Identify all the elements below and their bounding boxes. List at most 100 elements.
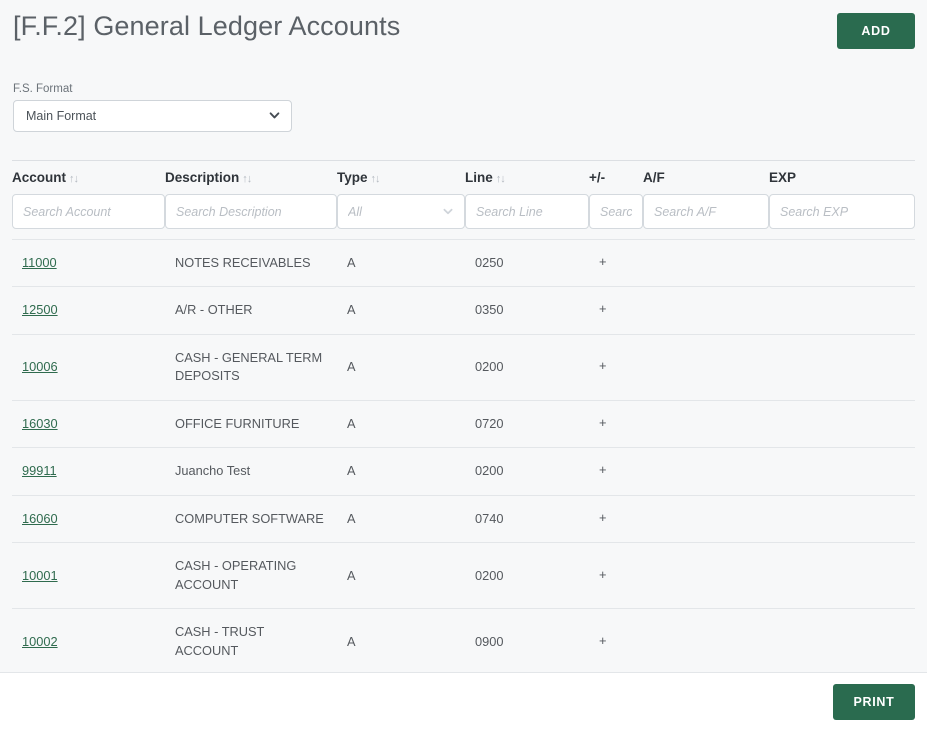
account-link[interactable]: 10002 xyxy=(22,634,58,649)
cell-af xyxy=(643,239,769,287)
search-input-af[interactable] xyxy=(643,194,769,230)
cell-exp xyxy=(769,448,915,496)
page-title: [F.F.2] General Ledger Accounts xyxy=(13,11,401,41)
cell-line: 0740 xyxy=(475,510,504,526)
cell-af xyxy=(643,448,769,496)
search-input-account[interactable] xyxy=(12,194,165,230)
table-row: 10002 CASH - TRUST ACCOUNT A 0900 + xyxy=(12,608,915,675)
column-header-exp: EXP xyxy=(769,161,915,239)
table-body: 11000 NOTES RECEIVABLES A 0250 +12500 A/R - O… xyxy=(12,239,915,730)
print-button[interactable]: PRINT xyxy=(833,684,915,720)
fs-format-select[interactable]: Main Format xyxy=(13,100,292,132)
cell-type: A xyxy=(347,302,356,318)
cell-sign: + xyxy=(599,509,607,525)
column-label-account: Account ↑↓ xyxy=(12,170,165,185)
cell-type: A xyxy=(347,358,356,374)
table-row: 16030 OFFICE FURNITURE A 0720 + xyxy=(12,400,915,448)
cell-af xyxy=(643,334,769,400)
type-filter-wrap: All xyxy=(337,194,465,230)
account-link[interactable]: 11000 xyxy=(22,255,57,270)
cell-description: A/R - OTHER xyxy=(175,302,253,318)
cell-line: 0200 xyxy=(475,463,504,479)
table-header-row: Account↑↓ Description↑↓ Type↑↓ xyxy=(12,161,915,239)
add-button[interactable]: ADD xyxy=(837,13,915,49)
cell-description: COMPUTER SOFTWARE xyxy=(175,510,324,526)
cell-description: CASH - TRUST ACCOUNT xyxy=(175,624,265,658)
cell-description: Juancho Test xyxy=(175,463,251,479)
cell-type: A xyxy=(347,510,356,526)
cell-account: 10001 xyxy=(12,543,165,609)
column-title-exp: EXP xyxy=(769,170,797,186)
cell-sign: + xyxy=(599,566,607,582)
search-input-line[interactable] xyxy=(465,194,589,230)
accounts-table-container: Account↑↓ Description↑↓ Type↑↓ xyxy=(12,160,915,730)
cell-account: 12500 xyxy=(12,287,165,335)
filter-select-type[interactable]: All xyxy=(337,194,465,230)
cell-exp xyxy=(769,400,915,448)
account-link[interactable]: 99911 xyxy=(22,463,57,478)
column-label-sign: +/- xyxy=(589,170,643,185)
cell-af xyxy=(643,543,769,609)
search-input-description[interactable] xyxy=(165,194,337,230)
sort-arrows-icon[interactable]: ↑↓ xyxy=(371,173,381,185)
column-title-account: Account xyxy=(12,170,66,186)
cell-exp xyxy=(769,543,915,609)
column-label-exp: EXP xyxy=(769,170,915,185)
cell-exp xyxy=(769,287,915,335)
account-link[interactable]: 10006 xyxy=(22,359,58,374)
cell-sign: + xyxy=(599,632,607,648)
cell-description: NOTES RECEIVABLES xyxy=(175,254,311,270)
account-link[interactable]: 16030 xyxy=(22,416,58,431)
table-row: 11000 NOTES RECEIVABLES A 0250 + xyxy=(12,239,915,287)
column-label-line: Line ↑↓ xyxy=(465,170,589,185)
search-input-exp[interactable] xyxy=(769,194,915,230)
footer-action-bar: PRINT xyxy=(0,672,927,730)
cell-af xyxy=(643,287,769,335)
cell-description: CASH - GENERAL TERM DEPOSITS xyxy=(175,349,323,384)
cell-exp xyxy=(769,495,915,543)
cell-description: OFFICE FURNITURE xyxy=(175,415,300,431)
column-header-account[interactable]: Account ↑↓ xyxy=(12,161,165,239)
column-header-af: A/F xyxy=(643,161,769,239)
column-title-af: A/F xyxy=(643,170,665,186)
table-row: 10001 CASH - OPERATING ACCOUNT A 0200 + xyxy=(12,542,915,609)
cell-line: 0900 xyxy=(475,633,504,649)
account-link[interactable]: 16060 xyxy=(22,511,58,526)
cell-sign: + xyxy=(599,357,607,373)
column-header-sign: +/- xyxy=(589,161,643,239)
cell-description: CASH - OPERATING ACCOUNT xyxy=(175,558,297,592)
cell-line: 0200 xyxy=(475,358,504,374)
cell-exp xyxy=(769,239,915,287)
column-title-description: Description xyxy=(165,170,240,186)
account-link[interactable]: 10001 xyxy=(22,568,58,583)
cell-line: 0720 xyxy=(475,415,504,431)
sort-arrows-icon[interactable]: ↑↓ xyxy=(69,173,79,185)
fs-format-select-wrap: Main Format xyxy=(13,100,292,132)
cell-af xyxy=(643,495,769,543)
column-label-type: Type ↑↓ xyxy=(337,170,465,185)
fs-format-label: F.S. Format xyxy=(13,83,73,95)
cell-account: 10002 xyxy=(12,609,165,675)
cell-line: 0200 xyxy=(475,567,504,583)
cell-af xyxy=(643,400,769,448)
cell-sign: + xyxy=(599,301,607,317)
cell-account: 16060 xyxy=(12,495,165,543)
cell-exp xyxy=(769,334,915,400)
sort-arrows-icon[interactable]: ↑↓ xyxy=(496,173,506,185)
column-title-sign: +/- xyxy=(589,170,606,186)
account-link[interactable]: 12500 xyxy=(22,302,58,317)
table-row: 16060 COMPUTER SOFTWARE A 0740 + xyxy=(12,495,915,543)
sort-arrows-icon[interactable]: ↑↓ xyxy=(242,173,252,185)
column-label-description: Description ↑↓ xyxy=(165,170,337,185)
page-root: [F.F.2] General Ledger Accounts ADD F.S.… xyxy=(0,0,927,730)
table-row: 10006 CASH - GENERAL TERM DEPOSITS A 0200 + xyxy=(12,334,915,400)
page-header: [F.F.2] General Ledger Accounts ADD xyxy=(0,0,927,70)
column-header-type[interactable]: Type ↑↓ All xyxy=(337,161,465,239)
cell-af xyxy=(643,609,769,675)
column-header-description[interactable]: Description ↑↓ xyxy=(165,161,337,239)
fs-format-field: F.S. Format Main Format xyxy=(13,83,292,132)
search-input-sign[interactable] xyxy=(589,194,643,230)
cell-type: A xyxy=(347,463,356,479)
column-header-line[interactable]: Line ↑↓ xyxy=(465,161,589,239)
table-row: 12500 A/R - OTHER A 0350 + xyxy=(12,286,915,335)
